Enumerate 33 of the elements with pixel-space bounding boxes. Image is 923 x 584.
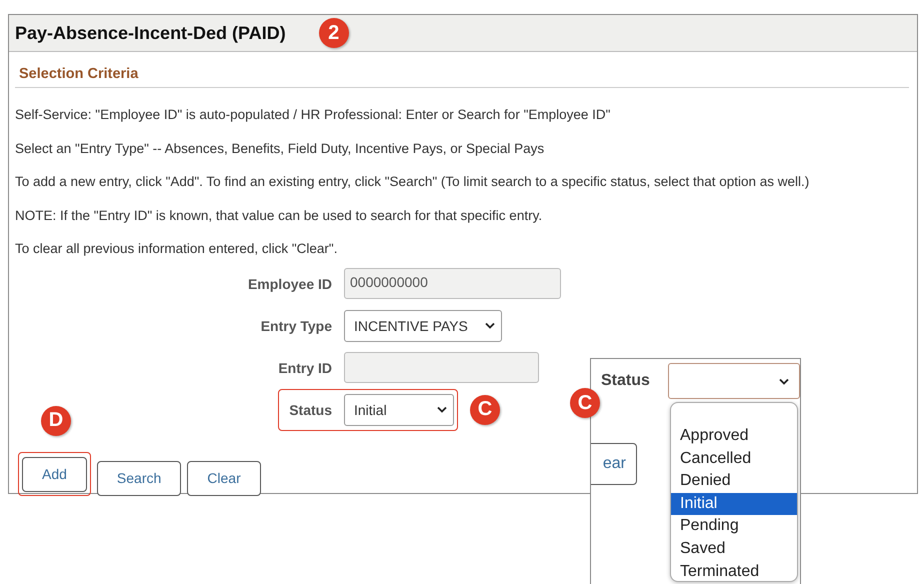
dropdown-option[interactable]: Terminated xyxy=(671,560,797,584)
dropdown-option[interactable]: Initial xyxy=(671,492,797,516)
action-button[interactable]: Clear xyxy=(187,460,261,496)
dropdown-option[interactable]: Approved xyxy=(671,425,797,448)
dropdown[interactable]: INCENTIVE PAYS xyxy=(344,310,502,342)
callout-badge: D xyxy=(41,406,71,436)
callout-badge: C xyxy=(470,394,500,425)
chevron-down-icon xyxy=(779,378,789,384)
callout-badge: C xyxy=(570,388,600,418)
action-button[interactable]: Add xyxy=(22,456,87,492)
dropdown-option[interactable]: Pending xyxy=(671,515,797,538)
instruction-text: Select an "Entry Type" -- Absences, Benefits, Field Duty, Incentive Pays, or Special Pays xyxy=(15,140,546,158)
callout-badge: 2 xyxy=(318,18,349,48)
dropdown-option[interactable]: Denied xyxy=(671,470,797,493)
action-button[interactable]: ear xyxy=(591,443,637,485)
chevron-down-icon xyxy=(485,322,495,330)
chevron-down-icon xyxy=(437,406,447,414)
field-label: Status xyxy=(601,372,650,390)
dropdown-option[interactable]: Saved xyxy=(671,538,797,561)
field-label: Entry Type xyxy=(260,318,333,334)
field-label: Employee ID xyxy=(246,276,333,292)
dropdown-option[interactable]: Cancelled xyxy=(671,448,797,470)
section-title: Selection Criteria xyxy=(15,52,909,88)
action-button[interactable]: Search xyxy=(96,460,182,496)
instruction-text: NOTE: If the "Entry ID" is known, that value can be used to search for that specific entry. xyxy=(15,206,544,225)
instruction-text: To clear all previous information entered, click "Clear". xyxy=(15,240,338,258)
field-label: Status xyxy=(288,402,333,418)
page-title: Pay-Absence-Incent-Ded (PAID) xyxy=(15,22,286,44)
dropdown[interactable]: Initial xyxy=(344,394,454,426)
instruction-text: To add a new entry, click "Add". To find an existing entry, click "Search" (To limit search to a specific status, select that option as well.) xyxy=(15,173,810,192)
instruction-text: Self-Service: "Employee ID" is auto-populated / HR Professional: Enter or Search for "Employee ID" xyxy=(15,106,612,124)
field-label: Entry ID xyxy=(277,360,333,376)
dropdown[interactable] xyxy=(668,363,800,399)
